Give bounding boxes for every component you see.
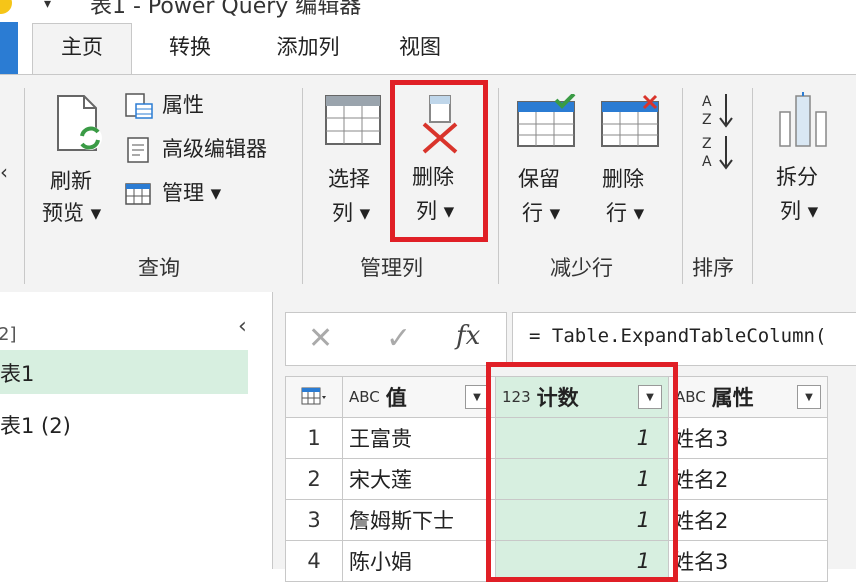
clipped-ribbon-fragment: ‹ [0,160,8,184]
query-item-selected[interactable]: 表1 [0,350,248,394]
keep-rows-icon [517,94,576,147]
group-label-query: 查询 [138,256,180,280]
advanced-editor-label: 高级编辑器 [162,137,267,161]
query-item-label: 表1 [0,362,35,386]
sort-descending-button[interactable]: Z A [700,132,736,172]
row-number: 2 [285,458,343,500]
column-header-label: 属性 [711,386,754,410]
ribbon-separator [682,88,683,284]
advanced-editor-icon [127,137,149,163]
column-header-value[interactable]: ABC 值 ▼ [342,376,496,418]
split-column-icon [779,92,827,147]
query-item-label: 表1 (2) [0,414,71,438]
text-type-icon[interactable]: ABC [349,388,380,406]
split-column-line2: 列 ▾ [780,199,819,223]
refresh-label-line1: 刷新 [50,169,92,193]
keep-rows-line1: 保留 [518,167,560,191]
remove-rows-line1: 删除 [602,167,644,191]
sort-ascending-button[interactable]: A Z [700,90,736,130]
tab-view[interactable]: 视图 [384,24,456,74]
row-number: 1 [285,417,343,459]
ribbon-separator [302,88,303,284]
keep-rows-line2: 行 ▾ [522,201,561,225]
manage-label: 管理 ▾ [162,181,222,205]
choose-columns-button[interactable]: 选择 列 ▾ [318,90,390,240]
confirm-formula-icon[interactable]: ✓ [386,321,411,356]
properties-icon [125,93,153,119]
tab-file[interactable] [0,22,18,74]
group-label-reduce-rows: 减少行 [550,256,613,280]
ribbon-separator [24,88,25,284]
tab-transform[interactable]: 转换 [150,24,230,74]
remove-rows-icon [601,94,659,147]
cell-attribute[interactable]: 姓名3 [668,417,828,459]
count-column-highlight-box [486,362,678,582]
svg-text:Z: Z [702,112,712,128]
cell-value[interactable]: 陈小娟 [342,540,496,582]
column-header-label: 值 [385,386,407,410]
table-icon [301,387,326,405]
title-bar: ▾ 表1 - Power Query 编辑器 [0,0,856,22]
cell-value[interactable]: 詹姆斯下士 [342,499,496,541]
manage-dropdown-button[interactable]: 管理 ▾ [124,178,294,208]
sort-ascending-icon: A Z [702,94,733,128]
cell-value[interactable]: 宋大莲 [342,458,496,500]
group-label-sort: 排序 [692,256,734,280]
choose-columns-line2: 列 ▾ [332,201,371,225]
svg-text:Z: Z [702,136,712,152]
row-number: 3 [285,499,343,541]
refresh-icon [57,95,102,151]
svg-text:A: A [702,94,712,110]
tab-home[interactable]: 主页 [32,23,132,75]
tab-add-column[interactable]: 添加列 [258,24,358,74]
advanced-editor-button[interactable]: 高级编辑器 [124,134,294,164]
remove-columns-highlight-box [390,80,488,242]
choose-columns-icon [325,95,381,145]
cancel-formula-icon[interactable]: ✕ [308,321,333,356]
remove-rows-button[interactable]: 删除 行 ▾ [594,90,668,240]
cell-attribute[interactable]: 姓名2 [668,458,828,500]
app-logo-icon [0,0,12,14]
queries-count-fragment: 2] [0,324,17,345]
remove-rows-line2: 行 ▾ [606,201,645,225]
refresh-label-line2: 预览 ▾ [42,201,102,225]
column-filter-dropdown-icon[interactable]: ▼ [797,385,821,409]
properties-label: 属性 [162,93,204,117]
group-label-manage-columns: 管理列 [360,256,423,280]
table-icon [125,183,151,205]
keep-rows-button[interactable]: 保留 行 ▾ [510,90,584,240]
row-number: 4 [285,540,343,582]
ribbon-separator [498,88,499,284]
cell-value[interactable]: 王富贵 [342,417,496,459]
split-column-button[interactable]: 拆分 列 ▾ [766,90,842,240]
formula-input[interactable]: = Table.ExpandTableColumn( [512,312,856,366]
table-menu-button[interactable] [285,376,343,418]
sort-descending-icon: Z A [702,136,733,170]
quick-access-dropdown-icon[interactable]: ▾ [44,0,51,12]
svg-text:A: A [702,154,712,170]
properties-button[interactable]: 属性 [124,90,294,120]
formula-text: = Table.ExpandTableColumn( [529,325,827,347]
split-column-line1: 拆分 [776,165,818,189]
text-type-icon[interactable]: ABC [675,388,706,406]
query-item[interactable]: 表1 (2) [0,402,248,446]
cell-attribute[interactable]: 姓名2 [668,499,828,541]
choose-columns-line1: 选择 [328,167,370,191]
ribbon-separator [752,88,753,284]
window-title: 表1 - Power Query 编辑器 [90,0,362,19]
collapse-panel-chevron-icon[interactable]: ‹ [238,314,247,339]
refresh-preview-button[interactable]: 刷新 预览 ▾ [38,88,118,238]
cell-attribute[interactable]: 姓名3 [668,540,828,582]
formula-bar-controls: ✕ ✓ fx [285,312,507,366]
column-header-attribute[interactable]: ABC 属性 ▼ [668,376,828,418]
fx-icon[interactable]: fx [456,321,480,351]
queries-panel: 2] ‹ 表1 表1 (2) [0,292,273,569]
